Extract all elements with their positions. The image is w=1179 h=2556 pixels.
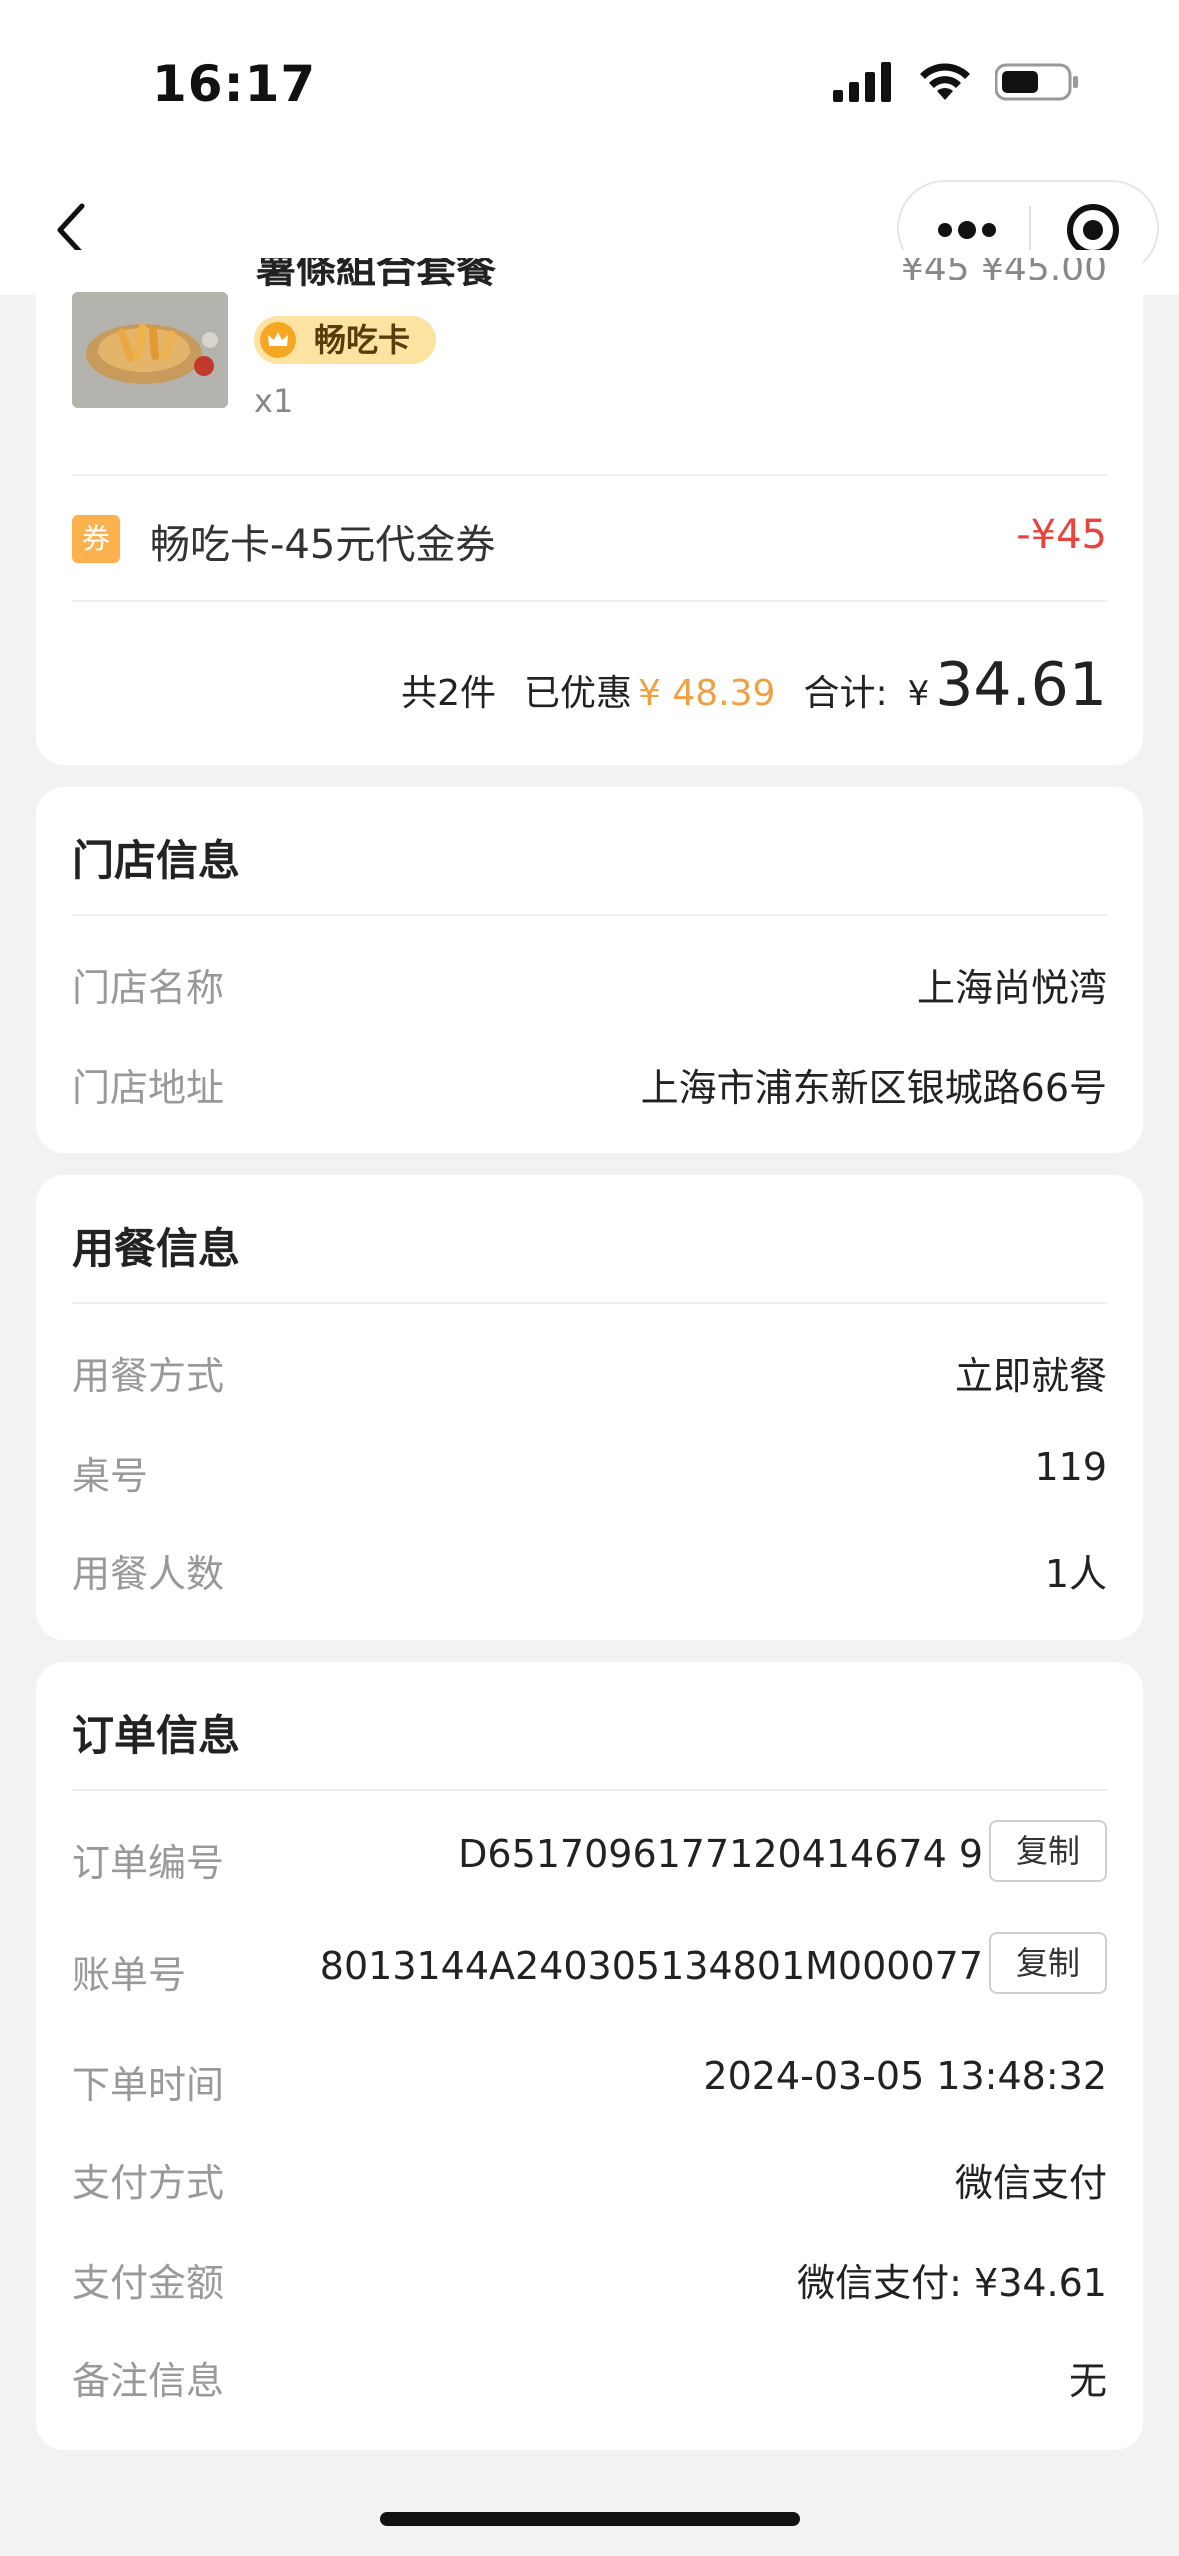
row-value: 119 <box>1034 1445 1107 1489</box>
status-icons <box>833 62 1079 102</box>
row-label: 备注信息 <box>72 2359 225 2403</box>
row-value: 上海尚悦湾 <box>916 966 1107 1010</box>
saved-label: 已优惠 <box>524 673 633 714</box>
info-row: 支付金额 微信支付: ¥34.61 <box>72 2252 1107 2308</box>
section-title: 门店信息 <box>72 836 241 885</box>
section-title: 用餐信息 <box>72 1224 241 1273</box>
row-value: 微信支付: ¥34.61 <box>797 2261 1107 2305</box>
divider <box>72 1302 1107 1304</box>
row-value: 立即就餐 <box>954 1354 1107 1398</box>
row-label: 桌号 <box>72 1454 149 1498</box>
info-row: 桌号 119 <box>72 1445 1107 1501</box>
product-image <box>72 292 228 408</box>
info-row: 门店地址 上海市浦东新区银城路66号 <box>72 1057 1107 1113</box>
row-label: 门店地址 <box>72 1066 225 1110</box>
badge-label: 畅吃卡 <box>314 321 411 359</box>
divider <box>72 914 1107 916</box>
status-bar: 16:17 <box>0 0 1179 170</box>
order-summary: 共2件 已优惠 ¥ 48.39 合计: ¥ 34.61 <box>401 650 1107 720</box>
copy-bill-number-button[interactable]: 复制 <box>989 1932 1107 1994</box>
dining-info-card: 用餐信息 用餐方式 立即就餐 桌号 119 用餐人数 1人 <box>36 1175 1143 1640</box>
row-label: 支付方式 <box>72 2161 225 2205</box>
wifi-icon <box>920 63 970 100</box>
product-quantity: x1 <box>254 382 294 420</box>
divider <box>72 474 1107 476</box>
row-value: 1人 <box>1044 1552 1107 1596</box>
product-price: ¥45 ¥45.00 <box>900 258 1107 280</box>
row-label: 用餐方式 <box>72 1354 225 1398</box>
info-row: 用餐方式 立即就餐 <box>72 1345 1107 1401</box>
product-name: 薯條組合套餐 <box>256 258 496 292</box>
row-value: 无 <box>1068 2359 1107 2403</box>
info-row: 账单号 8013144A240305134801M000077 复制 <box>72 1932 1107 2000</box>
row-value: 微信支付 <box>954 2161 1107 2205</box>
row-label: 订单编号 <box>72 1841 225 1885</box>
order-items-card: 薯條組合套餐 ¥45 ¥45.00 畅吃卡 x1 券 畅吃卡-45元代金券 -¥… <box>36 250 1143 765</box>
row-value: 上海市浦东新区银城路66号 <box>640 1066 1107 1110</box>
capsule-divider <box>1029 206 1031 254</box>
row-label: 用餐人数 <box>72 1552 225 1596</box>
row-label: 账单号 <box>72 1953 187 1997</box>
coupon-label: 畅吃卡-45元代金券 <box>150 522 496 568</box>
info-row: 备注信息 无 <box>72 2350 1107 2406</box>
total-currency: ¥ <box>907 674 930 714</box>
status-time: 16:17 <box>152 55 317 113</box>
order-info-card: 订单信息 订单编号 D6517096177120414674 9 复制 账单号 … <box>36 1662 1143 2450</box>
info-row: 下单时间 2024-03-05 13:48:32 <box>72 2054 1107 2110</box>
divider <box>72 600 1107 602</box>
copy-order-number-button[interactable]: 复制 <box>989 1820 1107 1882</box>
info-row: 订单编号 D6517096177120414674 9 复制 <box>72 1820 1107 1888</box>
saved-amount: ¥ 48.39 <box>638 673 776 714</box>
battery-icon <box>995 63 1078 101</box>
row-label: 支付金额 <box>72 2261 225 2305</box>
home-indicator[interactable] <box>380 2512 800 2526</box>
row-label: 门店名称 <box>72 966 225 1010</box>
row-label: 下单时间 <box>72 2063 225 2107</box>
section-title: 订单信息 <box>72 1711 241 1760</box>
coupon-icon: 券 <box>72 515 120 563</box>
membership-badge: 畅吃卡 <box>254 316 437 364</box>
row-value: 2024-03-05 13:48:32 <box>703 2054 1107 2098</box>
total-label: 合计: <box>803 673 888 714</box>
more-dots-icon[interactable] <box>937 218 997 242</box>
store-info-card: 门店信息 门店名称 上海尚悦湾 门店地址 上海市浦东新区银城路66号 <box>36 787 1143 1153</box>
order-number: D6517096177120414674 9 <box>458 1832 983 1876</box>
info-row: 门店名称 上海尚悦湾 <box>72 957 1107 1013</box>
signal-icon <box>833 62 891 102</box>
divider <box>72 1789 1107 1791</box>
info-row: 用餐人数 1人 <box>72 1543 1107 1599</box>
crown-icon <box>260 322 296 358</box>
total-amount: 34.61 <box>935 650 1107 720</box>
info-row: 支付方式 微信支付 <box>72 2152 1107 2208</box>
coupon-amount: -¥45 <box>1016 512 1107 558</box>
item-count: 共2件 <box>401 673 496 714</box>
bill-number: 8013144A240305134801M000077 <box>319 1944 983 1988</box>
